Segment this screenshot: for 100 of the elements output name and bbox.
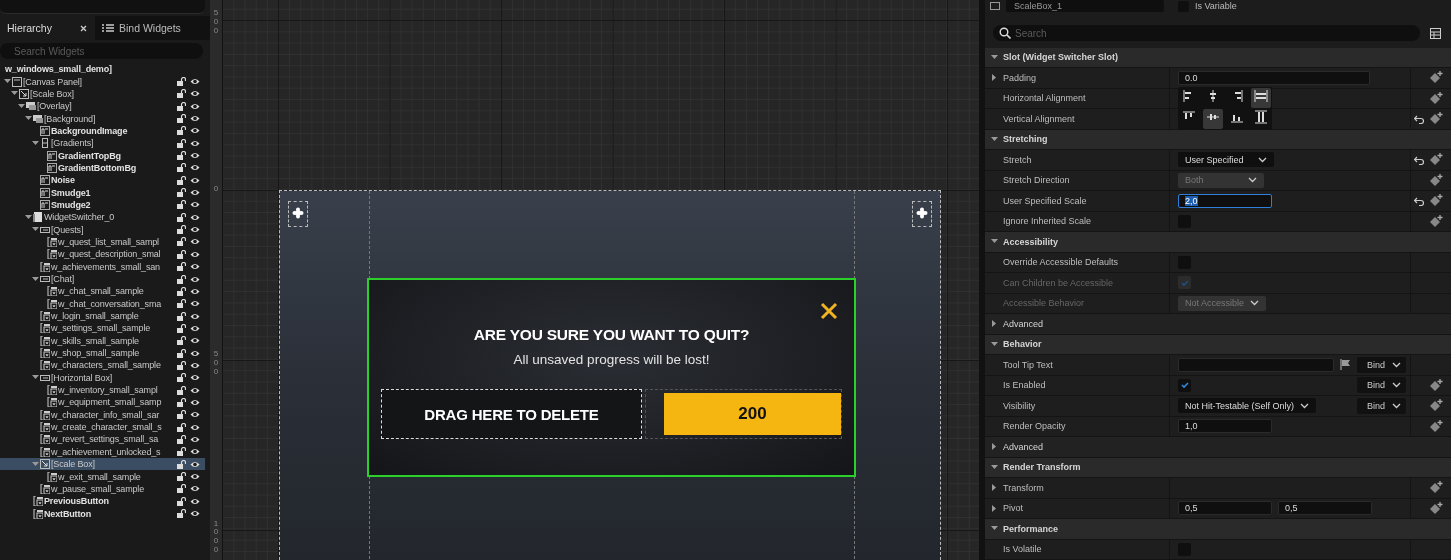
eye-icon[interactable] (190, 237, 200, 247)
add-keyframe-icon[interactable] (1429, 378, 1443, 392)
expand-arrow-icon[interactable] (32, 460, 39, 468)
tree-item[interactable]: w_achievements_small_san (0, 260, 205, 273)
tree-item[interactable]: w_windows_small_demo] (0, 63, 205, 76)
close-icon[interactable] (820, 302, 838, 320)
tree-item[interactable]: GradientTopBg (0, 149, 205, 162)
add-keyframe-icon[interactable] (1429, 481, 1443, 495)
expand-arrow-icon[interactable] (25, 213, 32, 221)
add-keyframe-icon[interactable] (1429, 501, 1443, 515)
expand-arrow-icon[interactable] (32, 275, 39, 283)
align-middle-icon[interactable] (1203, 108, 1223, 129)
add-keyframe-icon[interactable] (1429, 112, 1443, 126)
expand-arrow-icon[interactable] (11, 90, 18, 98)
eye-icon[interactable] (190, 286, 200, 296)
tree-item[interactable]: w_achievement_unlocked_s (0, 445, 205, 458)
add-keyframe-icon[interactable] (1429, 194, 1443, 208)
eye-icon[interactable] (190, 459, 200, 469)
add-keyframe-icon[interactable] (1429, 173, 1443, 187)
tree-item[interactable]: w_exit_small_sample (0, 470, 205, 483)
reset-arrow-icon[interactable] (1414, 154, 1424, 165)
eye-icon[interactable] (190, 348, 200, 358)
unlocked-icon[interactable] (177, 422, 186, 432)
expand-arrow-icon[interactable] (32, 139, 39, 147)
tree-item[interactable]: [Background] (0, 112, 205, 125)
eye-icon[interactable] (190, 336, 200, 346)
add-keyframe-icon[interactable] (1429, 91, 1443, 105)
unlocked-icon[interactable] (177, 385, 186, 395)
tree-item[interactable]: [Overlay] (0, 100, 205, 113)
eye-icon[interactable] (190, 138, 200, 148)
unlocked-icon[interactable] (177, 435, 186, 444)
dropdown[interactable]: Not Hit-Testable (Self Only) (1178, 398, 1317, 414)
add-keyframe-icon[interactable] (1429, 71, 1443, 85)
tree-item[interactable]: Noise (0, 174, 205, 187)
unlocked-icon[interactable] (177, 311, 186, 321)
eye-icon[interactable] (190, 311, 200, 321)
unlocked-icon[interactable] (177, 397, 186, 407)
eye-icon[interactable] (190, 472, 200, 481)
tree-item[interactable]: [Canvas Panel] (0, 75, 205, 88)
unlocked-icon[interactable] (177, 274, 186, 284)
unlocked-icon[interactable] (177, 447, 186, 457)
tree-item[interactable]: w_quest_description_smal (0, 248, 205, 261)
tree-item[interactable]: NextButton (0, 507, 205, 520)
eye-icon[interactable] (190, 496, 200, 506)
eye-icon[interactable] (190, 435, 200, 444)
panel-tab[interactable]: Hierarchy (0, 16, 95, 40)
unlocked-icon[interactable] (177, 373, 186, 383)
eye-icon[interactable] (190, 77, 200, 86)
value-field[interactable] (1178, 357, 1334, 372)
dropdown[interactable]: User Specified (1178, 152, 1274, 168)
tree-item[interactable]: w_settings_small_sample (0, 322, 205, 335)
tree-item[interactable]: [Quests] (0, 223, 205, 236)
tree-item[interactable]: [Chat] (0, 272, 205, 286)
value-field[interactable]: 0,5 (1278, 501, 1372, 516)
eye-icon[interactable] (190, 385, 200, 395)
tree-item[interactable]: [Gradients] (0, 137, 205, 150)
unlocked-icon[interactable] (177, 188, 186, 198)
unlocked-icon[interactable] (177, 138, 186, 148)
eye-icon[interactable] (190, 410, 200, 420)
tree-item[interactable]: w_quest_list_small_sampl (0, 235, 205, 249)
tree-item[interactable]: w_chat_conversation_sma (0, 297, 205, 310)
section-header[interactable]: Stretching (1003, 134, 1048, 145)
eye-icon[interactable] (190, 373, 200, 383)
unlocked-icon[interactable] (177, 410, 186, 420)
tree-item[interactable]: w_pause_small_sample (0, 482, 205, 496)
eye-icon[interactable] (190, 200, 200, 210)
value-field[interactable]: 1,0 (1178, 419, 1272, 434)
unlocked-icon[interactable] (177, 237, 186, 247)
eye-icon[interactable] (190, 397, 200, 407)
flag-icon[interactable] (1340, 359, 1350, 371)
add-keyframe-icon[interactable] (1429, 399, 1443, 413)
expand-arrow-icon[interactable] (25, 115, 32, 123)
section-header[interactable]: Behavior (1003, 339, 1042, 350)
tree-item[interactable]: w_shop_small_sample (0, 346, 205, 360)
eye-icon[interactable] (190, 126, 200, 136)
bind-dropdown[interactable]: Bind (1357, 397, 1406, 414)
tree-item[interactable]: PreviousButton (0, 495, 205, 508)
group-label[interactable]: Advanced (1003, 441, 1044, 452)
table-view-icon[interactable] (1430, 27, 1441, 39)
drop-zone-button[interactable]: DRAG HERE TO DELETE (381, 389, 642, 439)
expand-arrow-icon[interactable] (32, 374, 39, 382)
eye-icon[interactable] (190, 89, 200, 99)
tree-item[interactable]: w_revert_settings_small_sa (0, 433, 205, 446)
eye-icon[interactable] (190, 484, 200, 494)
eye-icon[interactable] (190, 249, 200, 259)
unlocked-icon[interactable] (177, 286, 186, 296)
value-field[interactable]: 0,5 (1178, 501, 1272, 516)
anchor-icon[interactable] (288, 201, 308, 227)
tree-item[interactable]: WidgetSwitcher_0 (0, 211, 205, 224)
unlocked-icon[interactable] (177, 77, 186, 86)
tree-item[interactable]: w_skills_small_sample (0, 334, 205, 347)
unlocked-icon[interactable] (177, 114, 186, 124)
eye-icon[interactable] (190, 323, 200, 333)
unlocked-icon[interactable] (177, 126, 186, 136)
add-keyframe-icon[interactable] (1429, 153, 1443, 167)
unlocked-icon[interactable] (177, 496, 186, 506)
unlocked-icon[interactable] (177, 249, 186, 259)
eye-icon[interactable] (190, 188, 200, 198)
section-header[interactable]: Accessibility (1003, 236, 1059, 247)
eye-icon[interactable] (190, 225, 200, 235)
